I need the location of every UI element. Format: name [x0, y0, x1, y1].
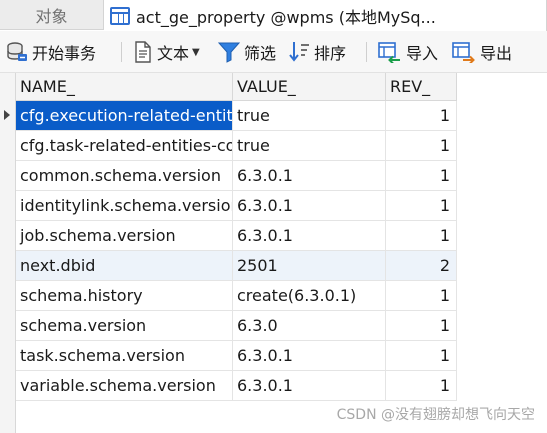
cell-rev[interactable]: 1 — [386, 191, 457, 220]
tab-objects-label: 对象 — [35, 7, 68, 26]
export-icon — [452, 42, 475, 63]
tab-bar: 对象 act_ge_property @wpms (本地MySq... — [0, 0, 547, 31]
cell-value[interactable]: 6.3.0.1 — [233, 341, 386, 370]
begin-transaction-label: 开始事务 — [32, 44, 97, 63]
import-button[interactable]: 导入 — [378, 39, 438, 65]
toolbar-separator — [366, 42, 367, 62]
document-icon — [135, 41, 151, 63]
tab-objects[interactable]: 对象 — [0, 0, 104, 30]
cell-value[interactable]: 6.3.0.1 — [233, 191, 386, 220]
table-row[interactable]: schema.history create(6.3.0.1) 1 — [16, 281, 457, 311]
table-row[interactable]: schema.version 6.3.0 1 — [16, 311, 457, 341]
cell-value[interactable]: true — [233, 131, 386, 160]
watermark: CSDN @没有翅膀却想飞向天空 — [336, 407, 535, 423]
cell-rev[interactable]: 1 — [386, 281, 457, 310]
table-row[interactable]: task.schema.version 6.3.0.1 1 — [16, 341, 457, 371]
toolbar: 开始事务 文本 ▼ 筛选 排序 导入 导出 — [0, 31, 547, 73]
cell-name[interactable]: schema.history — [16, 281, 233, 310]
data-grid: NAME_ VALUE_ REV_ cfg.execution-related-… — [0, 73, 547, 433]
cell-name[interactable]: job.schema.version — [16, 221, 233, 250]
tab-active-label: act_ge_property @wpms (本地MySq... — [136, 7, 436, 27]
cell-value[interactable]: create(6.3.0.1) — [233, 281, 386, 310]
cell-name[interactable]: cfg.execution-related-entities-count — [16, 101, 233, 130]
column-header-value[interactable]: VALUE_ — [233, 73, 386, 100]
import-icon — [378, 42, 400, 63]
filter-button[interactable]: 筛选 — [218, 39, 276, 65]
cell-value[interactable]: 6.3.0.1 — [233, 371, 386, 400]
table-row[interactable]: cfg.task-related-entities-count true 1 — [16, 131, 457, 161]
cell-rev[interactable]: 1 — [386, 371, 457, 400]
table-row[interactable]: job.schema.version 6.3.0.1 1 — [16, 221, 457, 251]
cell-name[interactable]: schema.version — [16, 311, 233, 340]
sort-button[interactable]: 排序 — [288, 39, 346, 65]
column-header-name[interactable]: NAME_ — [16, 73, 233, 100]
funnel-icon — [218, 42, 240, 63]
chevron-down-icon: ▼ — [192, 46, 200, 58]
cell-name[interactable]: next.dbid — [16, 251, 233, 280]
export-label: 导出 — [480, 44, 513, 63]
column-header-rev[interactable]: REV_ — [386, 73, 457, 100]
row-indicator-column — [0, 73, 16, 433]
cell-rev[interactable]: 1 — [386, 311, 457, 340]
import-label: 导入 — [406, 44, 439, 63]
table-row[interactable]: variable.schema.version 6.3.0.1 1 — [16, 371, 457, 401]
cell-rev[interactable]: 1 — [386, 221, 457, 250]
export-button[interactable]: 导出 — [452, 39, 512, 65]
grid-header: NAME_ VALUE_ REV_ — [16, 73, 457, 101]
sort-icon — [289, 42, 309, 62]
table-row[interactable]: cfg.execution-related-entities-count tru… — [16, 101, 457, 131]
cell-rev[interactable]: 2 — [386, 251, 457, 280]
cell-value[interactable]: true — [233, 101, 386, 130]
cell-rev[interactable]: 1 — [386, 341, 457, 370]
toolbar-separator — [121, 42, 122, 62]
text-button[interactable]: 文本 ▼ — [133, 39, 200, 65]
filter-label: 筛选 — [244, 44, 277, 63]
cell-name[interactable]: identitylink.schema.version — [16, 191, 233, 220]
cell-rev[interactable]: 1 — [386, 131, 457, 160]
table-icon — [110, 6, 130, 25]
cell-value[interactable]: 6.3.0.1 — [233, 161, 386, 190]
cell-name[interactable]: task.schema.version — [16, 341, 233, 370]
sort-label: 排序 — [314, 44, 347, 63]
current-row-pointer-icon — [4, 110, 10, 120]
cell-name[interactable]: cfg.task-related-entities-count — [16, 131, 233, 160]
begin-transaction-button[interactable]: 开始事务 — [6, 39, 96, 65]
cell-rev[interactable]: 1 — [386, 101, 457, 130]
cell-value[interactable]: 6.3.0.1 — [233, 221, 386, 250]
database-icon — [7, 42, 27, 61]
cell-value[interactable]: 2501 — [233, 251, 386, 280]
cell-rev[interactable]: 1 — [386, 161, 457, 190]
table-row[interactable]: identitylink.schema.version 6.3.0.1 1 — [16, 191, 457, 221]
text-label: 文本 — [157, 44, 190, 63]
table-row[interactable]: next.dbid 2501 2 — [16, 251, 457, 281]
table-row[interactable]: common.schema.version 6.3.0.1 1 — [16, 161, 457, 191]
cell-name[interactable]: variable.schema.version — [16, 371, 233, 400]
cell-name[interactable]: common.schema.version — [16, 161, 233, 190]
cell-value[interactable]: 6.3.0 — [233, 311, 386, 340]
tab-table-act-ge-property[interactable]: act_ge_property @wpms (本地MySq... — [104, 0, 547, 31]
